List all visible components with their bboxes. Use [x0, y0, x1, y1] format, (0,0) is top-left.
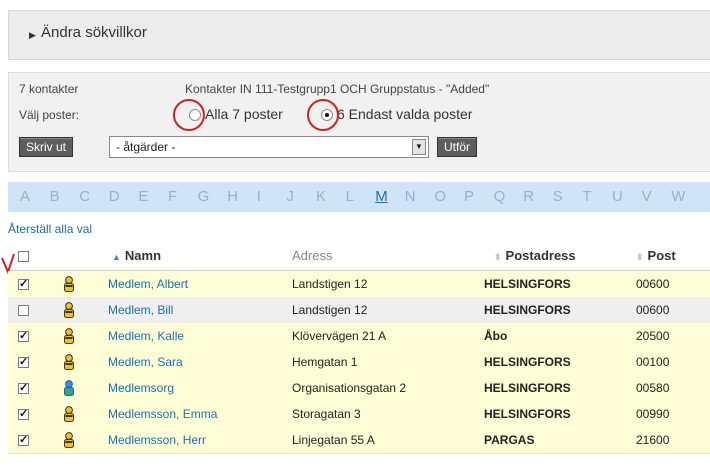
contact-name-link[interactable]: Medlem, Albert: [108, 277, 188, 291]
query-description: Kontakter IN 111-Testgrupp1 OCH Gruppsta…: [185, 82, 490, 96]
alphabet-letter-u[interactable]: U: [612, 188, 623, 205]
contact-name-link[interactable]: Medlemsorg: [108, 381, 174, 395]
table-row[interactable]: Medlem, Sara Hemgatan 1 HELSINGFORS 00100: [8, 349, 710, 376]
alphabet-letter-e[interactable]: E: [138, 188, 148, 205]
organization-icon: [63, 380, 75, 399]
change-search-criteria-label[interactable]: Ändra sökvillkor: [41, 24, 147, 41]
postaddress-cell: HELSINGFORS: [484, 277, 571, 291]
alphabet-letter-j[interactable]: J: [286, 188, 294, 205]
alphabet-letter-l[interactable]: L: [346, 188, 354, 205]
table-row[interactable]: Medlemsson, Emma Storagatan 3 HELSINGFORS 0…: [8, 401, 710, 428]
row-checkbox[interactable]: [18, 277, 29, 290]
address-cell: Organisationsgatan 2: [292, 381, 407, 395]
reset-selection-link[interactable]: Återställ alla val: [8, 222, 92, 236]
post-cell: 00600: [636, 277, 670, 291]
post-cell: 00600: [636, 303, 670, 317]
address-cell: Storagatan 3: [292, 407, 361, 421]
person-icon: [63, 432, 75, 451]
sort-ascending-icon: ▲: [112, 252, 121, 262]
contact-name-link[interactable]: Medlem, Bill: [108, 303, 173, 317]
chevron-down-icon[interactable]: ▼: [412, 139, 426, 155]
print-button[interactable]: Skriv ut: [19, 137, 74, 157]
radio-all-records-label[interactable]: Alla 7 poster: [205, 106, 283, 122]
postaddress-cell: Åbo: [484, 329, 508, 343]
column-postaddress-header[interactable]: ⬍ Postadress: [494, 248, 576, 263]
select-all-checkbox[interactable]: [18, 251, 29, 262]
alphabet-filter-bar: A B C D E F GH I J K L MN O P QR S T U V W: [8, 182, 710, 212]
run-button[interactable]: Utför: [437, 137, 478, 157]
alphabet-letter-h[interactable]: H: [227, 188, 238, 205]
alphabet-letter-o[interactable]: O: [434, 188, 446, 205]
action-panel: 7 kontakter Kontakter IN 111-Testgrupp1 …: [8, 72, 710, 172]
radio-selected-records-label[interactable]: 6 Endast valda poster: [337, 106, 472, 122]
row-checkbox[interactable]: [18, 355, 29, 368]
post-cell: 20500: [636, 329, 670, 343]
person-icon: [63, 276, 75, 295]
person-icon: [63, 328, 75, 347]
postaddress-cell: HELSINGFORS: [484, 303, 571, 317]
sort-icon: ⬍: [494, 252, 502, 262]
sort-icon: ⬍: [636, 252, 644, 262]
table-row[interactable]: Medlem, Bill Landstigen 12 HELSINGFORS 0060…: [8, 297, 710, 324]
post-cell: 00580: [636, 381, 670, 395]
alphabet-letter-w[interactable]: W: [671, 188, 685, 205]
row-checkbox[interactable]: [18, 329, 29, 342]
postaddress-cell: PARGAS: [484, 433, 535, 447]
alphabet-letter-f[interactable]: F: [168, 188, 177, 205]
address-cell: Landstigen 12: [292, 277, 368, 291]
alphabet-letter-q[interactable]: Q: [494, 188, 506, 205]
row-checkbox[interactable]: [18, 407, 29, 420]
alphabet-letter-b[interactable]: B: [50, 188, 60, 205]
row-checkbox[interactable]: [18, 305, 29, 316]
alphabet-letter-g[interactable]: G: [198, 188, 210, 205]
post-cell: 21600: [636, 433, 670, 447]
alphabet-letter-m[interactable]: M: [375, 188, 388, 205]
post-cell: 00100: [636, 355, 670, 369]
alphabet-letter-n[interactable]: N: [405, 188, 416, 205]
table-row[interactable]: Medlemsorg Organisationsgatan 2 HELSINGFOR…: [8, 375, 710, 402]
alphabet-letter-c[interactable]: C: [79, 188, 90, 205]
alphabet-letter-a[interactable]: A: [20, 188, 30, 205]
table-row[interactable]: Medlem, Kalle Klövervägen 21 A Åbo 20500: [8, 323, 710, 350]
table-row[interactable]: Medlem, Albert Landstigen 12 HELSINGFORS 00…: [8, 271, 710, 298]
row-checkbox[interactable]: [18, 433, 29, 446]
alphabet-letter-v[interactable]: V: [642, 188, 652, 205]
alphabet-letter-d[interactable]: D: [109, 188, 120, 205]
actions-dropdown[interactable]: - åtgärder - ▼: [109, 136, 429, 158]
post-cell: 00990: [636, 407, 670, 421]
address-cell: Hemgatan 1: [292, 355, 358, 369]
table-row[interactable]: Medlemsson, Herr Linjegatan 55 A PARGAS 216…: [8, 427, 710, 454]
contact-count: 7 kontakter: [19, 82, 79, 96]
alphabet-letter-k[interactable]: K: [316, 188, 326, 205]
postaddress-cell: HELSINGFORS: [484, 407, 571, 421]
alphabet-letter-i[interactable]: I: [257, 188, 261, 205]
person-icon: [63, 354, 75, 373]
alphabet-letter-s[interactable]: S: [553, 188, 563, 205]
column-post-header[interactable]: ⬍ Post: [636, 248, 676, 263]
postaddress-cell: HELSINGFORS: [484, 355, 571, 369]
annotation-circle-all: [173, 99, 205, 131]
actions-dropdown-value: - åtgärder -: [116, 140, 176, 154]
alphabet-letter-r[interactable]: R: [523, 188, 534, 205]
contact-name-link[interactable]: Medlemsson, Emma: [108, 407, 217, 421]
person-icon: [63, 406, 75, 425]
contact-name-link[interactable]: Medlemsson, Herr: [108, 433, 206, 447]
contact-name-link[interactable]: Medlem, Sara: [108, 355, 183, 369]
alphabet-letter-t[interactable]: T: [582, 188, 591, 205]
annotation-circle-selected: [307, 99, 339, 131]
expand-triangle-icon[interactable]: ▶: [29, 30, 36, 41]
row-checkbox[interactable]: [18, 381, 29, 394]
address-cell: Linjegatan 55 A: [292, 433, 375, 447]
table-header: ▲ Namn Adress ⬍ Postadress ⬍ Post: [8, 242, 710, 271]
address-cell: Klövervägen 21 A: [292, 329, 387, 343]
person-icon: [63, 302, 75, 321]
alphabet-letter-p[interactable]: P: [464, 188, 474, 205]
address-cell: Landstigen 12: [292, 303, 368, 317]
column-name-header[interactable]: ▲ Namn: [112, 248, 161, 263]
search-criteria-panel[interactable]: ▶ Ändra sökvillkor: [8, 10, 710, 60]
select-records-label: Välj poster:: [19, 108, 80, 122]
column-address-header[interactable]: Adress: [292, 248, 332, 263]
contact-name-link[interactable]: Medlem, Kalle: [108, 329, 184, 343]
postaddress-cell: HELSINGFORS: [484, 381, 571, 395]
